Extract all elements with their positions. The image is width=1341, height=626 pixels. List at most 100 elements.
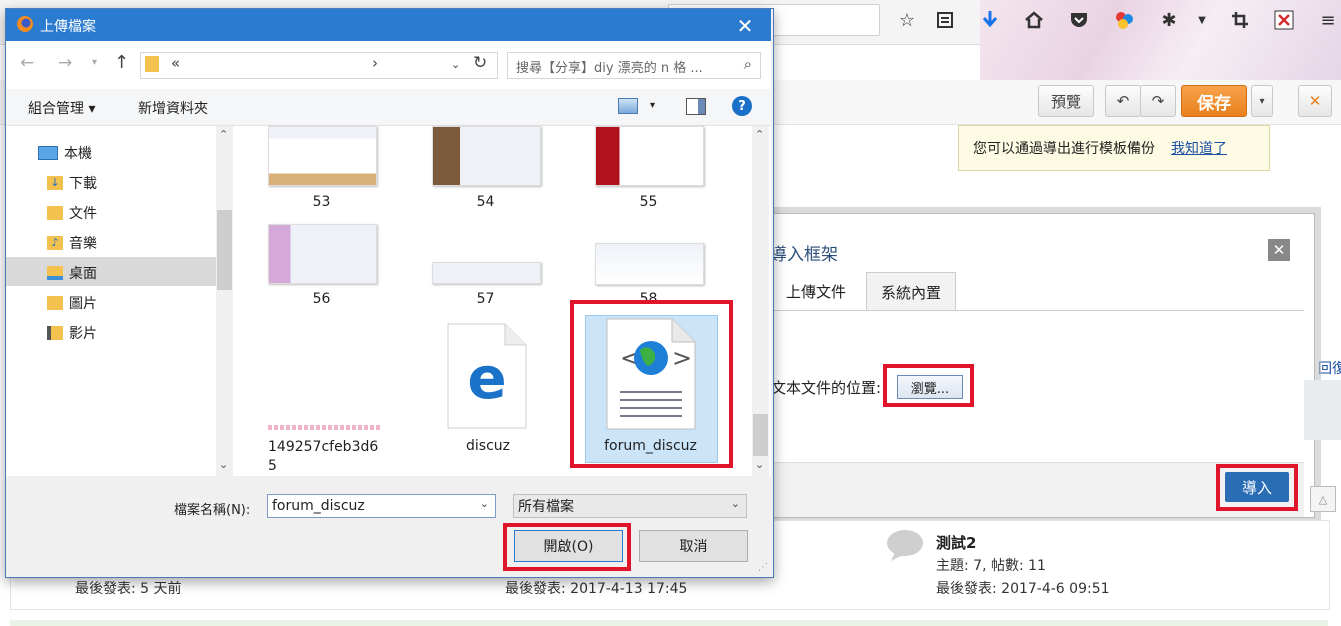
tab-system-builtin[interactable]: 系統內置 (866, 272, 956, 311)
pocket-icon[interactable] (1067, 8, 1091, 32)
reply-link[interactable]: 回復 (1318, 358, 1341, 378)
videos-folder-icon (47, 326, 63, 340)
folder-icon (145, 56, 159, 72)
file-name: 57 (476, 291, 495, 307)
chevron-down-icon[interactable]: ⌄ (480, 497, 489, 510)
hamburger-menu-icon[interactable]: ≡ (1316, 8, 1340, 32)
undo-button[interactable]: ↶ (1105, 85, 1141, 117)
tooltip-dismiss-link[interactable]: 我知道了 (1171, 138, 1227, 158)
music-folder-icon: ♪ (47, 236, 63, 250)
files-scrollbar-thumb[interactable] (753, 414, 768, 456)
forum-last-post-3: 最後發表: 2017-4-6 09:51 (936, 581, 1110, 597)
filetype-value: 所有檔案 (518, 499, 574, 515)
file-thumbnail[interactable] (268, 126, 377, 186)
nav-scrollbar[interactable] (216, 126, 233, 476)
nav-item-downloads[interactable]: ↓ 下載 (47, 173, 97, 193)
save-dropdown-button[interactable]: ▾ (1251, 85, 1273, 117)
forum-last-post-2: 最後發表: 2017-4-13 17:45 (505, 581, 688, 597)
forward-arrow-icon[interactable]: → (58, 53, 72, 73)
resize-grip-icon[interactable]: ⋰ (758, 562, 768, 573)
file-thumbnail[interactable] (268, 425, 380, 430)
import-label: 導入 (1241, 478, 1272, 497)
browse-label: 瀏覽... (910, 381, 950, 397)
nav-label: 文件 (69, 206, 97, 222)
organize-button[interactable]: 組合管理 ▾ (28, 98, 95, 118)
address-prefix: « (171, 54, 181, 72)
tab-upload-file[interactable]: 上傳文件 (770, 272, 862, 310)
nav-label: 本機 (64, 146, 92, 162)
file-thumbnail[interactable] (268, 224, 377, 284)
edge-file-icon[interactable]: e (447, 323, 527, 429)
refresh-icon[interactable]: ↻ (473, 53, 487, 73)
dialog-title: 上傳檔案 (40, 19, 96, 35)
search-icon: ⌕ (743, 55, 752, 73)
download-icon[interactable] (978, 8, 1002, 32)
file-name: 56 (312, 291, 331, 307)
back-to-top-icon[interactable]: △ (1310, 486, 1336, 512)
history-dropdown-icon[interactable]: ▾ (92, 57, 97, 68)
nav-item-pictures[interactable]: 圖片 (47, 293, 97, 313)
nav-label: 下載 (69, 176, 97, 192)
scroll-up-icon[interactable]: ⌃ (219, 128, 228, 141)
nav-item-videos[interactable]: 影片 (47, 323, 97, 343)
chevron-down-icon[interactable]: ⌄ (731, 497, 740, 510)
filename-input[interactable]: forum_discuz ⌄ (267, 494, 496, 518)
preview-button[interactable]: 預覽 (1038, 85, 1094, 117)
forum-stats-3: 主題: 7, 帖數: 11 (936, 558, 1046, 574)
home-icon[interactable] (1022, 8, 1046, 32)
navigation-pane (6, 126, 236, 476)
search-input[interactable]: 搜尋【分享】diy 漂亮的 n 格 ... ⌕ (507, 52, 761, 79)
close-editor-button[interactable]: ✕ (1298, 85, 1332, 117)
view-dropdown-icon[interactable]: ▾ (650, 100, 655, 111)
redo-button[interactable]: ↷ (1140, 85, 1176, 117)
file-thumbnail[interactable] (432, 126, 541, 186)
tab-divider (760, 310, 1304, 311)
chevron-down-icon[interactable]: ▼ (1190, 8, 1214, 32)
close-extension-icon[interactable] (1272, 8, 1296, 32)
help-icon[interactable]: ? (732, 96, 752, 116)
forum-last-post-1: 最後發表: 5 天前 (75, 581, 182, 597)
preview-pane-icon[interactable] (686, 98, 706, 115)
file-name: 53 (312, 194, 331, 210)
new-folder-button[interactable]: 新增資料夾 (138, 98, 208, 118)
forum-title-3[interactable]: 測試2 (936, 532, 976, 553)
nav-label: 桌面 (69, 266, 97, 282)
side-widget (1304, 380, 1341, 440)
pictures-folder-icon (47, 296, 63, 310)
star-icon[interactable]: ☆ (895, 8, 919, 32)
scroll-down-icon[interactable]: ⌄ (755, 458, 764, 471)
open-button[interactable]: 開啟(O) (514, 530, 623, 562)
up-arrow-icon[interactable]: ↑ (114, 52, 129, 73)
colorful-extension-icon[interactable] (1112, 8, 1136, 32)
crop-icon[interactable] (1228, 8, 1252, 32)
scroll-down-icon[interactable]: ⌄ (219, 458, 228, 471)
nav-scrollbar-thumb[interactable] (217, 210, 232, 290)
selected-file-highlight (570, 300, 733, 468)
nav-item-this-pc[interactable]: 本機 (38, 143, 92, 163)
preview-label: 預覽 (1050, 92, 1081, 111)
cancel-button[interactable]: 取消 (639, 530, 748, 562)
nav-item-desktop[interactable]: 桌面 (47, 263, 97, 283)
file-thumbnail[interactable] (595, 126, 704, 186)
firefox-icon (16, 15, 34, 33)
search-placeholder: 搜尋【分享】diy 漂亮的 n 格 ... (516, 61, 703, 76)
dialog-close-button[interactable]: ✕ (733, 14, 757, 38)
nav-item-music[interactable]: ♪ 音樂 (47, 233, 97, 253)
scroll-up-icon[interactable]: ⌃ (755, 128, 764, 141)
import-button[interactable]: 導入 (1225, 472, 1289, 502)
nav-label: 音樂 (69, 236, 97, 252)
save-button[interactable]: 保存 (1181, 85, 1247, 117)
browse-button[interactable]: 瀏覽... (897, 375, 963, 399)
file-thumbnail[interactable] (595, 243, 704, 285)
nav-item-documents[interactable]: 文件 (47, 203, 97, 223)
import-close-button[interactable]: ✕ (1268, 239, 1290, 261)
address-bar[interactable] (140, 52, 498, 79)
back-arrow-icon[interactable]: ← (20, 53, 34, 73)
reading-list-icon[interactable] (933, 8, 957, 32)
filetype-select[interactable]: 所有檔案 ⌄ (513, 494, 747, 518)
view-options-icon[interactable] (618, 98, 638, 114)
spider-extension-icon[interactable]: ✱ (1157, 8, 1181, 32)
documents-folder-icon (47, 206, 63, 220)
address-dropdown-icon[interactable]: ⌄ (451, 58, 460, 71)
file-thumbnail[interactable] (432, 262, 541, 284)
